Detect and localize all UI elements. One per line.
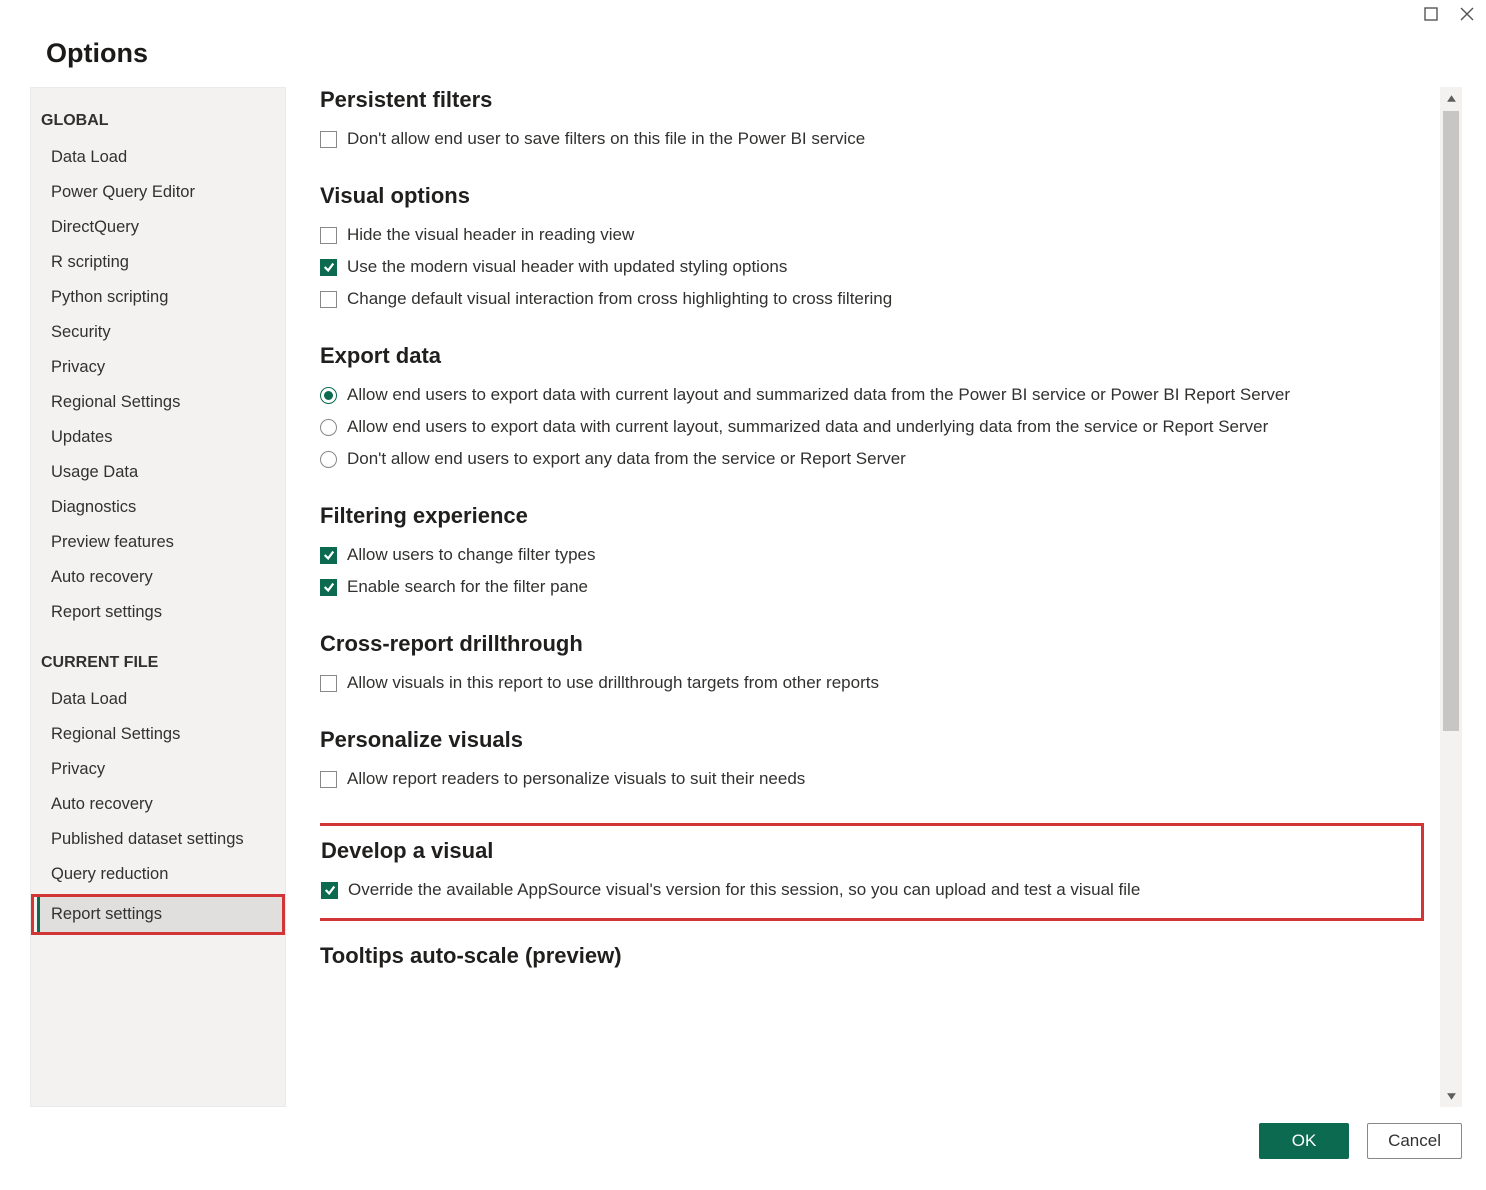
sidebar-item-usage-data[interactable]: Usage Data [31,455,285,490]
checkbox-icon[interactable] [320,291,337,308]
options-sidebar: GLOBAL Data Load Power Query Editor Dire… [30,87,286,1107]
sidebar-item-cf-data-load[interactable]: Data Load [31,682,285,717]
checkbox-icon[interactable] [320,579,337,596]
scroll-thumb[interactable] [1443,111,1459,731]
section-title-drill: Cross-report drillthrough [320,631,1424,657]
opt-label: Allow end users to export data with curr… [347,385,1290,405]
scroll-down-icon[interactable] [1440,1085,1462,1107]
opt-cross-filtering[interactable]: Change default visual interaction from c… [320,283,1424,315]
section-title-persistent: Persistent filters [320,87,1424,113]
opt-override-appsource[interactable]: Override the available AppSource visual'… [321,874,1413,906]
ok-button-label: OK [1292,1131,1317,1151]
sidebar-item-python-scripting[interactable]: Python scripting [31,280,285,315]
opt-label: Hide the visual header in reading view [347,225,634,245]
dialog-title: Options [0,28,1486,87]
sidebar-group-global: GLOBAL [31,106,285,140]
sidebar-item-report-settings-global[interactable]: Report settings [31,595,285,630]
section-personalize-visuals: Personalize visuals Allow report readers… [320,727,1424,795]
opt-label: Use the modern visual header with update… [347,257,787,277]
checkbox-icon[interactable] [320,547,337,564]
opt-label: Allow visuals in this report to use dril… [347,673,879,693]
sidebar-item-r-scripting[interactable]: R scripting [31,245,285,280]
section-tooltips-autoscale: Tooltips auto-scale (preview) [320,943,1424,969]
ok-button[interactable]: OK [1259,1123,1349,1159]
opt-label: Change default visual interaction from c… [347,289,892,309]
sidebar-item-cf-query-reduction[interactable]: Query reduction [31,857,285,892]
scrollbar[interactable] [1440,87,1462,1107]
opt-hide-visual-header[interactable]: Hide the visual header in reading view [320,219,1424,251]
opt-export-none[interactable]: Don't allow end users to export any data… [320,443,1424,475]
opt-drillthrough[interactable]: Allow visuals in this report to use dril… [320,667,1424,699]
section-visual-options: Visual options Hide the visual header in… [320,183,1424,315]
opt-label: Allow report readers to personalize visu… [347,769,805,789]
section-export-data: Export data Allow end users to export da… [320,343,1424,475]
opt-change-filter-types[interactable]: Allow users to change filter types [320,539,1424,571]
section-title-filtering: Filtering experience [320,503,1424,529]
opt-label: Allow end users to export data with curr… [347,417,1268,437]
sidebar-item-auto-recovery[interactable]: Auto recovery [31,560,285,595]
checkbox-icon[interactable] [320,675,337,692]
highlight-sidebar-report-settings: Report settings [31,894,285,935]
sidebar-item-privacy[interactable]: Privacy [31,350,285,385]
radio-icon[interactable] [320,419,337,436]
checkbox-icon[interactable] [320,771,337,788]
scroll-up-icon[interactable] [1440,87,1462,109]
content-area: Persistent filters Don't allow end user … [286,87,1462,1107]
section-cross-report-drill: Cross-report drillthrough Allow visuals … [320,631,1424,699]
sidebar-item-regional-settings[interactable]: Regional Settings [31,385,285,420]
sidebar-item-diagnostics[interactable]: Diagnostics [31,490,285,525]
radio-icon[interactable] [320,387,337,404]
opt-label: Enable search for the filter pane [347,577,588,597]
section-title-tooltips: Tooltips auto-scale (preview) [320,943,1424,969]
opt-label: Override the available AppSource visual'… [348,880,1140,900]
sidebar-item-power-query-editor[interactable]: Power Query Editor [31,175,285,210]
checkbox-icon[interactable] [321,882,338,899]
maximize-icon[interactable] [1420,3,1442,25]
section-persistent-filters: Persistent filters Don't allow end user … [320,87,1424,155]
sidebar-item-cf-published-dataset[interactable]: Published dataset settings [31,822,285,857]
sidebar-item-updates[interactable]: Updates [31,420,285,455]
cancel-button-label: Cancel [1388,1131,1441,1151]
sidebar-item-cf-auto-recovery[interactable]: Auto recovery [31,787,285,822]
close-icon[interactable] [1456,3,1478,25]
opt-personalize[interactable]: Allow report readers to personalize visu… [320,763,1424,795]
section-title-visual: Visual options [320,183,1424,209]
section-title-export: Export data [320,343,1424,369]
cancel-button[interactable]: Cancel [1367,1123,1462,1159]
sidebar-group-current-file: CURRENT FILE [31,648,285,682]
section-title-develop: Develop a visual [321,838,1413,864]
opt-label: Don't allow end user to save filters on … [347,129,865,149]
checkbox-icon[interactable] [320,131,337,148]
opt-export-underlying[interactable]: Allow end users to export data with curr… [320,411,1424,443]
opt-label: Allow users to change filter types [347,545,596,565]
titlebar [0,0,1486,28]
body-area: GLOBAL Data Load Power Query Editor Dire… [0,87,1486,1107]
section-title-personalize: Personalize visuals [320,727,1424,753]
opt-export-summarized[interactable]: Allow end users to export data with curr… [320,379,1424,411]
opt-label: Don't allow end users to export any data… [347,449,906,469]
highlight-develop-visual: Develop a visual Override the available … [320,823,1424,921]
sidebar-item-directquery[interactable]: DirectQuery [31,210,285,245]
dialog-footer: OK Cancel [0,1107,1486,1159]
sidebar-item-preview-features[interactable]: Preview features [31,525,285,560]
opt-persistent-dont-allow[interactable]: Don't allow end user to save filters on … [320,123,1424,155]
sidebar-item-security[interactable]: Security [31,315,285,350]
checkbox-icon[interactable] [320,259,337,276]
sidebar-item-data-load[interactable]: Data Load [31,140,285,175]
checkbox-icon[interactable] [320,227,337,244]
radio-icon[interactable] [320,451,337,468]
settings-content: Persistent filters Don't allow end user … [320,87,1436,1107]
opt-modern-visual-header[interactable]: Use the modern visual header with update… [320,251,1424,283]
opt-search-filter-pane[interactable]: Enable search for the filter pane [320,571,1424,603]
sidebar-item-cf-regional-settings[interactable]: Regional Settings [31,717,285,752]
section-filtering-experience: Filtering experience Allow users to chan… [320,503,1424,603]
sidebar-item-cf-report-settings[interactable]: Report settings [37,897,282,932]
sidebar-item-cf-privacy[interactable]: Privacy [31,752,285,787]
